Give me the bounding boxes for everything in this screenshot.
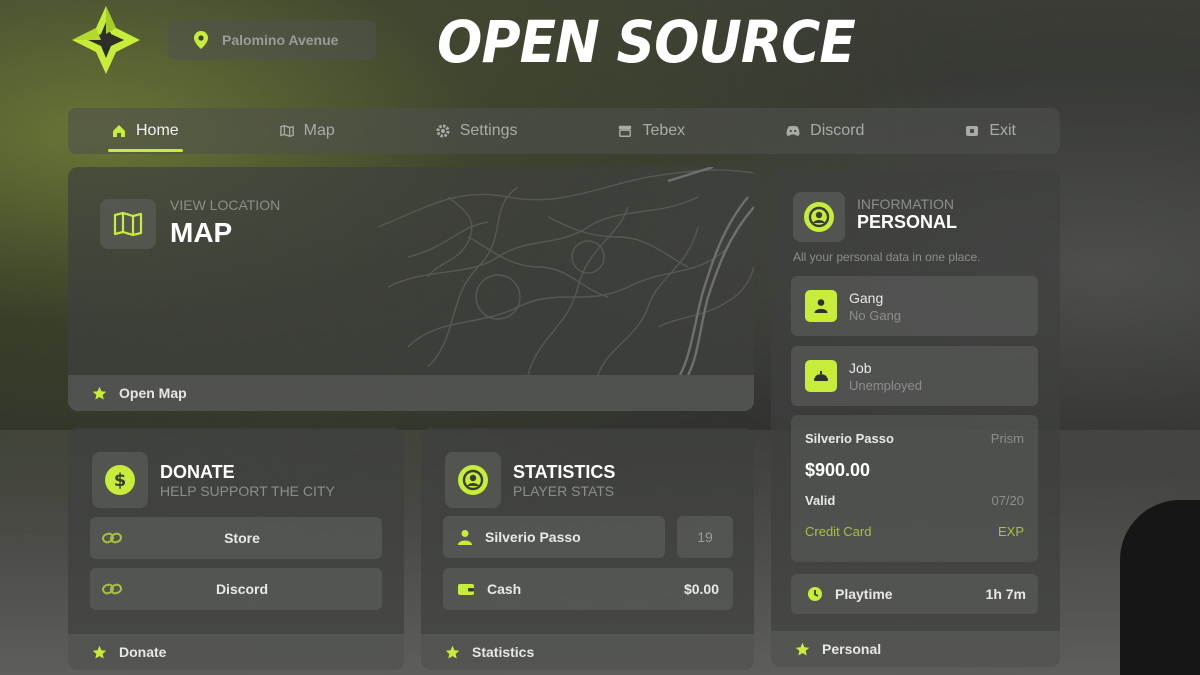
link-icon xyxy=(102,583,122,595)
exit-icon xyxy=(965,124,979,138)
gang-label: Gang xyxy=(849,289,884,306)
job-label: Job xyxy=(849,359,872,376)
star-icon xyxy=(445,645,460,658)
tab-settings-label: Settings xyxy=(459,122,518,139)
dollar-icon-box: $ xyxy=(92,452,148,508)
headline: OPEN SOURCE xyxy=(437,8,856,76)
star-icon xyxy=(92,386,107,399)
card-bank: Prism xyxy=(990,431,1024,446)
home-icon xyxy=(112,124,126,138)
card-expiry: 07/20 xyxy=(991,493,1024,508)
star-icon xyxy=(92,645,107,658)
store-icon xyxy=(618,124,632,138)
discord-icon xyxy=(786,124,800,138)
location-name: Palomino Avenue xyxy=(222,32,339,48)
map-subtitle: VIEW LOCATION xyxy=(170,197,281,213)
logo-icon xyxy=(72,6,140,74)
card-valid-label: Valid xyxy=(805,493,836,508)
map-icon xyxy=(279,124,294,138)
statistics-subtitle: PLAYER STATS xyxy=(513,482,615,499)
discord-label: Discord xyxy=(215,581,269,597)
gang-icon xyxy=(805,290,837,322)
tab-home[interactable]: Home xyxy=(108,108,183,154)
personal-footer-button[interactable]: Personal xyxy=(771,631,1060,667)
card-amount: $900.00 xyxy=(805,460,871,480)
donate-footer-label: Donate xyxy=(119,644,167,660)
gang-card: Gang No Gang xyxy=(791,276,1038,336)
link-icon xyxy=(102,532,122,544)
donate-footer-button[interactable]: Donate xyxy=(68,634,404,670)
statistics-footer-label: Statistics xyxy=(472,644,535,660)
map-title: MAP xyxy=(170,217,233,248)
donate-title: DONATE xyxy=(160,461,235,482)
background-figure xyxy=(1120,500,1200,675)
player-id-badge: 19 xyxy=(677,516,733,558)
player-name: Silverio Passo xyxy=(485,529,581,545)
card-type: Credit Card xyxy=(805,524,872,539)
personal-description: All your personal data in one place. xyxy=(793,250,981,264)
cash-row: Cash $0.00 xyxy=(443,568,733,610)
map-icon-box xyxy=(100,199,156,249)
card-holder: Silverio Passo xyxy=(805,431,894,446)
open-map-label: Open Map xyxy=(119,385,187,401)
tab-settings[interactable]: Settings xyxy=(436,108,518,154)
svg-text:$: $ xyxy=(114,470,127,491)
personal-title: PERSONAL xyxy=(857,212,958,232)
player-name-row: Silverio Passo xyxy=(443,516,665,558)
tab-tebex[interactable]: Tebex xyxy=(618,108,685,154)
map-header: VIEW LOCATION MAP xyxy=(100,197,280,249)
dollar-icon: $ xyxy=(105,465,135,495)
tab-tebex-label: Tebex xyxy=(642,122,686,139)
statistics-title: STATISTICS xyxy=(513,461,616,482)
tab-home-label: Home xyxy=(136,122,179,139)
tab-discord-label: Discord xyxy=(810,122,865,139)
star-icon xyxy=(795,642,810,655)
job-value: Unemployed xyxy=(849,377,922,393)
top-nav: Home Map Settings Tebex Discord Exit xyxy=(68,108,1060,154)
donate-header: $ DONATE HELP SUPPORT THE CITY xyxy=(92,452,335,508)
tab-discord[interactable]: Discord xyxy=(786,108,864,154)
donate-subtitle: HELP SUPPORT THE CITY xyxy=(160,482,335,499)
gear-icon xyxy=(436,124,450,138)
playtime-value: 1h 7m xyxy=(985,586,1026,602)
tab-exit-label: Exit xyxy=(989,122,1016,139)
store-label: Store xyxy=(224,530,260,546)
statistics-header: STATISTICS PLAYER STATS xyxy=(445,452,615,508)
tab-exit[interactable]: Exit xyxy=(965,108,1016,154)
cash-value: $0.00 xyxy=(683,581,719,597)
statistics-footer-button[interactable]: Statistics xyxy=(421,634,754,670)
user-circle-icon xyxy=(458,465,488,495)
personal-panel: INFORMATION PERSONAL All your personal d… xyxy=(771,170,1060,667)
personal-subtitle: INFORMATION xyxy=(857,196,954,212)
personal-icon-box xyxy=(793,192,845,242)
location-pin-icon xyxy=(194,31,208,49)
personal-footer-label: Personal xyxy=(822,641,882,657)
cash-label: Cash xyxy=(487,581,522,597)
tab-map-label: Map xyxy=(303,122,335,139)
job-card: Job Unemployed xyxy=(791,346,1038,406)
map-preview xyxy=(377,167,754,375)
user-icon xyxy=(458,530,472,545)
open-map-button[interactable]: Open Map xyxy=(68,375,754,411)
location-chip: Palomino Avenue xyxy=(168,20,376,60)
credit-card: Silverio Passo Prism $900.00 Valid 07/20… xyxy=(791,415,1038,562)
map-icon xyxy=(113,212,143,236)
tab-map[interactable]: Map xyxy=(279,108,335,154)
playtime-row: Playtime 1h 7m xyxy=(791,574,1038,614)
statistics-panel: STATISTICS PLAYER STATS Silverio Passo 1… xyxy=(421,428,754,670)
gang-value: No Gang xyxy=(849,307,902,323)
wallet-icon xyxy=(458,584,474,595)
playtime-label: Playtime xyxy=(835,586,893,602)
user-circle-icon xyxy=(804,202,834,232)
discord-button[interactable]: Discord xyxy=(90,568,382,610)
map-panel[interactable]: VIEW LOCATION MAP Open Map xyxy=(68,167,754,411)
donate-panel: $ DONATE HELP SUPPORT THE CITY Store Dis… xyxy=(68,428,404,670)
personal-header: INFORMATION PERSONAL xyxy=(793,192,957,242)
job-icon xyxy=(805,360,837,392)
card-exp-label: EXP xyxy=(997,524,1024,539)
store-button[interactable]: Store xyxy=(90,517,382,559)
clock-icon xyxy=(808,587,822,601)
stats-icon-box xyxy=(445,452,501,508)
